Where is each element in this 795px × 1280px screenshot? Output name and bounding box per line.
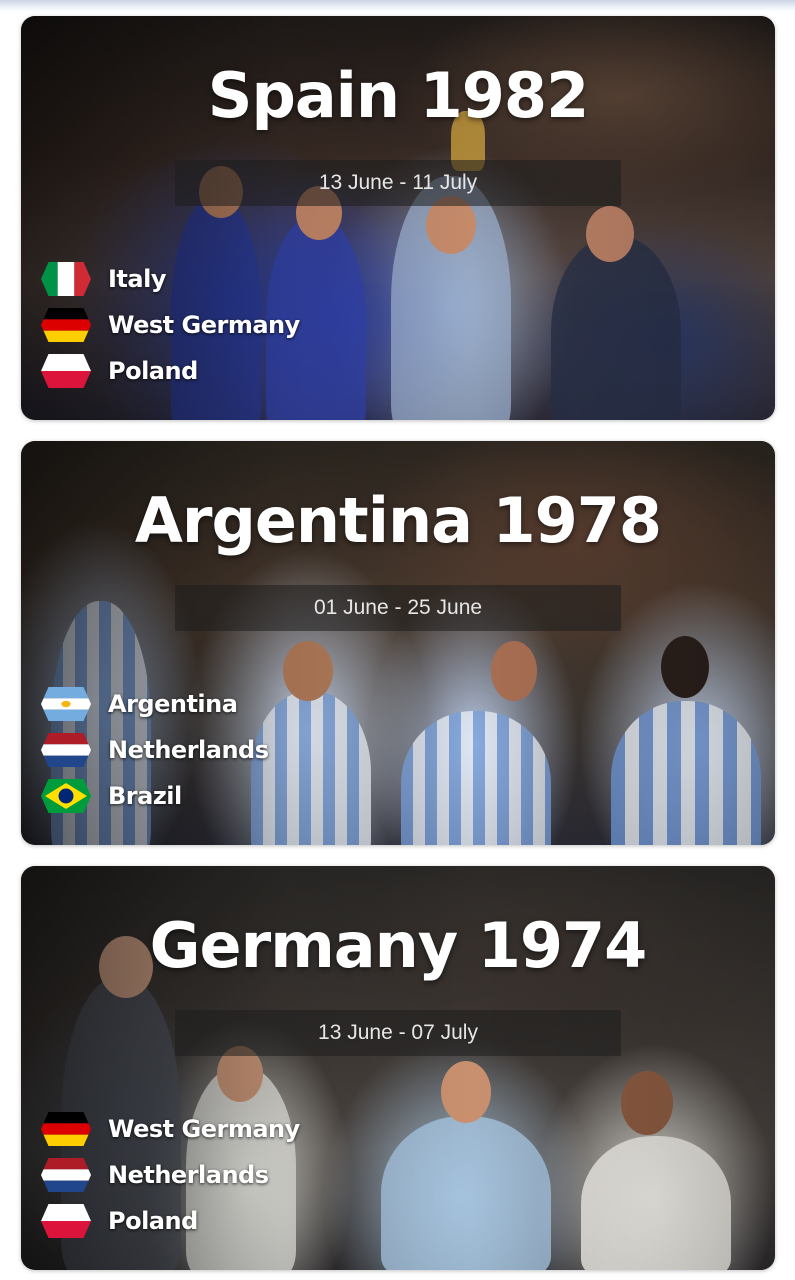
- team-row-second: West Germany: [41, 302, 300, 348]
- tournament-card-germany-1974[interactable]: Germany 1974 13 June - 07 July West Germ…: [21, 866, 775, 1270]
- team-row-first: Argentina: [41, 681, 269, 727]
- team-row-third: Poland: [41, 1198, 300, 1244]
- top-status-strip: [0, 0, 795, 12]
- tournament-dates: 13 June - 07 July: [175, 1010, 621, 1056]
- tournament-card-argentina-1978[interactable]: Argentina 1978 01 June - 25 June Argenti…: [21, 441, 775, 845]
- poland-flag-icon: [41, 1204, 91, 1238]
- team-name: Netherlands: [108, 1161, 269, 1189]
- italy-flag-icon: [41, 262, 91, 296]
- tournament-dates: 13 June - 11 July: [175, 160, 621, 206]
- argentina-flag-icon: [41, 687, 91, 721]
- top-teams-list: Italy West Germany Poland: [41, 256, 300, 394]
- team-row-first: West Germany: [41, 1106, 300, 1152]
- team-row-third: Poland: [41, 348, 300, 394]
- team-row-first: Italy: [41, 256, 300, 302]
- netherlands-flag-icon: [41, 733, 91, 767]
- top-teams-list: Argentina Netherlands Brazil: [41, 681, 269, 819]
- tournament-card-spain-1982[interactable]: Spain 1982 13 June - 11 July Italy West …: [21, 16, 775, 420]
- team-name: Brazil: [108, 782, 182, 810]
- poland-flag-icon: [41, 354, 91, 388]
- team-row-second: Netherlands: [41, 727, 269, 773]
- team-name: Italy: [108, 265, 166, 293]
- team-name: Poland: [108, 1207, 198, 1235]
- brazil-flag-icon: [41, 779, 91, 813]
- team-row-second: Netherlands: [41, 1152, 300, 1198]
- germany-flag-icon: [41, 308, 91, 342]
- tournament-title: Argentina 1978: [134, 484, 662, 557]
- tournament-title: Spain 1982: [207, 59, 589, 132]
- tournament-title: Germany 1974: [149, 909, 648, 982]
- team-row-third: Brazil: [41, 773, 269, 819]
- team-name: West Germany: [108, 311, 300, 339]
- team-name: Poland: [108, 357, 198, 385]
- team-name: Argentina: [108, 690, 238, 718]
- netherlands-flag-icon: [41, 1158, 91, 1192]
- top-teams-list: West Germany Netherlands Poland: [41, 1106, 300, 1244]
- tournament-dates: 01 June - 25 June: [175, 585, 621, 631]
- germany-flag-icon: [41, 1112, 91, 1146]
- team-name: West Germany: [108, 1115, 300, 1143]
- team-name: Netherlands: [108, 736, 269, 764]
